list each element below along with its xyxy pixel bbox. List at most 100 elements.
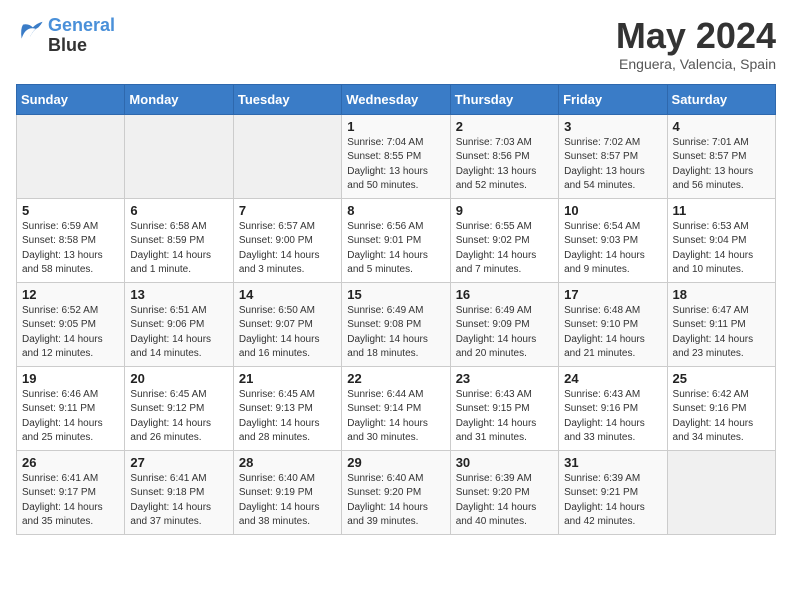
day-info: Sunrise: 6:51 AMSunset: 9:06 PMDaylight:… xyxy=(130,304,227,362)
calendar-cell: 16 Sunrise: 6:49 AMSunset: 9:09 PMDayligh… xyxy=(450,282,558,366)
title-block: May 2024 Enguera, Valencia, Spain xyxy=(616,16,776,72)
day-number: 4 xyxy=(673,119,770,134)
day-number: 11 xyxy=(673,203,770,218)
calendar-cell: 8 Sunrise: 6:56 AMSunset: 9:01 PMDaylight… xyxy=(342,198,450,282)
day-number: 26 xyxy=(22,455,119,470)
calendar-cell: 15 Sunrise: 6:49 AMSunset: 9:08 PMDayligh… xyxy=(342,282,450,366)
day-info: Sunrise: 6:47 AMSunset: 9:11 PMDaylight:… xyxy=(673,304,770,362)
location: Enguera, Valencia, Spain xyxy=(616,56,776,72)
calendar-cell: 4 Sunrise: 7:01 AMSunset: 8:57 PMDaylight… xyxy=(667,114,775,198)
calendar-cell: 20 Sunrise: 6:45 AMSunset: 9:12 PMDayligh… xyxy=(125,366,233,450)
day-number: 30 xyxy=(456,455,553,470)
calendar-cell: 13 Sunrise: 6:51 AMSunset: 9:06 PMDayligh… xyxy=(125,282,233,366)
day-number: 25 xyxy=(673,371,770,386)
day-number: 21 xyxy=(239,371,336,386)
calendar-cell: 31 Sunrise: 6:39 AMSunset: 9:21 PMDayligh… xyxy=(559,450,667,534)
day-info: Sunrise: 6:40 AMSunset: 9:19 PMDaylight:… xyxy=(239,472,336,530)
day-info: Sunrise: 6:46 AMSunset: 9:11 PMDaylight:… xyxy=(22,388,119,446)
day-header: Sunday xyxy=(17,84,125,114)
day-info: Sunrise: 6:42 AMSunset: 9:16 PMDaylight:… xyxy=(673,388,770,446)
day-number: 13 xyxy=(130,287,227,302)
calendar-cell: 17 Sunrise: 6:48 AMSunset: 9:10 PMDayligh… xyxy=(559,282,667,366)
calendar-week-row: 1Sunrise: 7:04 AMSunset: 8:55 PMDaylight… xyxy=(17,114,776,198)
calendar-week-row: 19Sunrise: 6:46 AMSunset: 9:11 PMDayligh… xyxy=(17,366,776,450)
day-number: 10 xyxy=(564,203,661,218)
day-number: 5 xyxy=(22,203,119,218)
day-header: Monday xyxy=(125,84,233,114)
calendar-cell: 10 Sunrise: 6:54 AMSunset: 9:03 PMDayligh… xyxy=(559,198,667,282)
day-number: 15 xyxy=(347,287,444,302)
calendar-cell: 27 Sunrise: 6:41 AMSunset: 9:18 PMDayligh… xyxy=(125,450,233,534)
calendar-cell xyxy=(17,114,125,198)
day-number: 27 xyxy=(130,455,227,470)
day-info: Sunrise: 6:58 AMSunset: 8:59 PMDaylight:… xyxy=(130,220,227,278)
day-info: Sunrise: 6:43 AMSunset: 9:15 PMDaylight:… xyxy=(456,388,553,446)
day-info: Sunrise: 6:39 AMSunset: 9:20 PMDaylight:… xyxy=(456,472,553,530)
day-info: Sunrise: 6:39 AMSunset: 9:21 PMDaylight:… xyxy=(564,472,661,530)
day-number: 12 xyxy=(22,287,119,302)
calendar-cell: 7 Sunrise: 6:57 AMSunset: 9:00 PMDaylight… xyxy=(233,198,341,282)
day-header: Wednesday xyxy=(342,84,450,114)
day-info: Sunrise: 6:57 AMSunset: 9:00 PMDaylight:… xyxy=(239,220,336,278)
calendar-table: SundayMondayTuesdayWednesdayThursdayFrid… xyxy=(16,84,776,535)
day-info: Sunrise: 7:03 AMSunset: 8:56 PMDaylight:… xyxy=(456,136,553,194)
day-info: Sunrise: 6:53 AMSunset: 9:04 PMDaylight:… xyxy=(673,220,770,278)
day-number: 1 xyxy=(347,119,444,134)
day-info: Sunrise: 6:52 AMSunset: 9:05 PMDaylight:… xyxy=(22,304,119,362)
calendar-cell: 23 Sunrise: 6:43 AMSunset: 9:15 PMDayligh… xyxy=(450,366,558,450)
calendar-cell: 12 Sunrise: 6:52 AMSunset: 9:05 PMDayligh… xyxy=(17,282,125,366)
day-header: Thursday xyxy=(450,84,558,114)
day-number: 28 xyxy=(239,455,336,470)
day-number: 2 xyxy=(456,119,553,134)
day-info: Sunrise: 6:44 AMSunset: 9:14 PMDaylight:… xyxy=(347,388,444,446)
day-info: Sunrise: 6:48 AMSunset: 9:10 PMDaylight:… xyxy=(564,304,661,362)
day-number: 18 xyxy=(673,287,770,302)
calendar-cell: 19Sunrise: 6:46 AMSunset: 9:11 PMDayligh… xyxy=(17,366,125,450)
day-info: Sunrise: 6:59 AMSunset: 8:58 PMDaylight:… xyxy=(22,220,119,278)
calendar-cell: 28 Sunrise: 6:40 AMSunset: 9:19 PMDayligh… xyxy=(233,450,341,534)
day-info: Sunrise: 6:45 AMSunset: 9:12 PMDaylight:… xyxy=(130,388,227,446)
day-info: Sunrise: 6:41 AMSunset: 9:17 PMDaylight:… xyxy=(22,472,119,530)
calendar-cell: 6 Sunrise: 6:58 AMSunset: 8:59 PMDaylight… xyxy=(125,198,233,282)
calendar-cell: 25 Sunrise: 6:42 AMSunset: 9:16 PMDayligh… xyxy=(667,366,775,450)
day-header: Saturday xyxy=(667,84,775,114)
day-info: Sunrise: 6:50 AMSunset: 9:07 PMDaylight:… xyxy=(239,304,336,362)
day-number: 16 xyxy=(456,287,553,302)
calendar-cell: 29 Sunrise: 6:40 AMSunset: 9:20 PMDayligh… xyxy=(342,450,450,534)
calendar-week-row: 26 Sunrise: 6:41 AMSunset: 9:17 PMDayligh… xyxy=(17,450,776,534)
day-info: Sunrise: 7:01 AMSunset: 8:57 PMDaylight:… xyxy=(673,136,770,194)
day-number: 29 xyxy=(347,455,444,470)
logo: General Blue xyxy=(16,16,115,56)
day-number: 8 xyxy=(347,203,444,218)
calendar-cell: 9Sunrise: 6:55 AMSunset: 9:02 PMDaylight… xyxy=(450,198,558,282)
day-number: 9 xyxy=(456,203,553,218)
day-info: Sunrise: 6:49 AMSunset: 9:09 PMDaylight:… xyxy=(456,304,553,362)
calendar-cell: 5 Sunrise: 6:59 AMSunset: 8:58 PMDaylight… xyxy=(17,198,125,282)
calendar-cell xyxy=(233,114,341,198)
calendar-cell: 26 Sunrise: 6:41 AMSunset: 9:17 PMDayligh… xyxy=(17,450,125,534)
day-info: Sunrise: 6:40 AMSunset: 9:20 PMDaylight:… xyxy=(347,472,444,530)
day-number: 22 xyxy=(347,371,444,386)
day-number: 7 xyxy=(239,203,336,218)
day-number: 20 xyxy=(130,371,227,386)
calendar-cell: 1Sunrise: 7:04 AMSunset: 8:55 PMDaylight… xyxy=(342,114,450,198)
day-info: Sunrise: 6:45 AMSunset: 9:13 PMDaylight:… xyxy=(239,388,336,446)
day-header: Friday xyxy=(559,84,667,114)
day-number: 23 xyxy=(456,371,553,386)
day-number: 17 xyxy=(564,287,661,302)
calendar-cell: 3Sunrise: 7:02 AMSunset: 8:57 PMDaylight… xyxy=(559,114,667,198)
day-info: Sunrise: 6:41 AMSunset: 9:18 PMDaylight:… xyxy=(130,472,227,530)
day-number: 6 xyxy=(130,203,227,218)
day-info: Sunrise: 6:49 AMSunset: 9:08 PMDaylight:… xyxy=(347,304,444,362)
calendar-header-row: SundayMondayTuesdayWednesdayThursdayFrid… xyxy=(17,84,776,114)
calendar-cell: 14 Sunrise: 6:50 AMSunset: 9:07 PMDayligh… xyxy=(233,282,341,366)
calendar-cell xyxy=(667,450,775,534)
day-number: 31 xyxy=(564,455,661,470)
calendar-cell: 21 Sunrise: 6:45 AMSunset: 9:13 PMDayligh… xyxy=(233,366,341,450)
day-info: Sunrise: 7:02 AMSunset: 8:57 PMDaylight:… xyxy=(564,136,661,194)
day-header: Tuesday xyxy=(233,84,341,114)
day-number: 14 xyxy=(239,287,336,302)
day-info: Sunrise: 6:56 AMSunset: 9:01 PMDaylight:… xyxy=(347,220,444,278)
day-info: Sunrise: 6:54 AMSunset: 9:03 PMDaylight:… xyxy=(564,220,661,278)
month-title: May 2024 xyxy=(616,16,776,56)
